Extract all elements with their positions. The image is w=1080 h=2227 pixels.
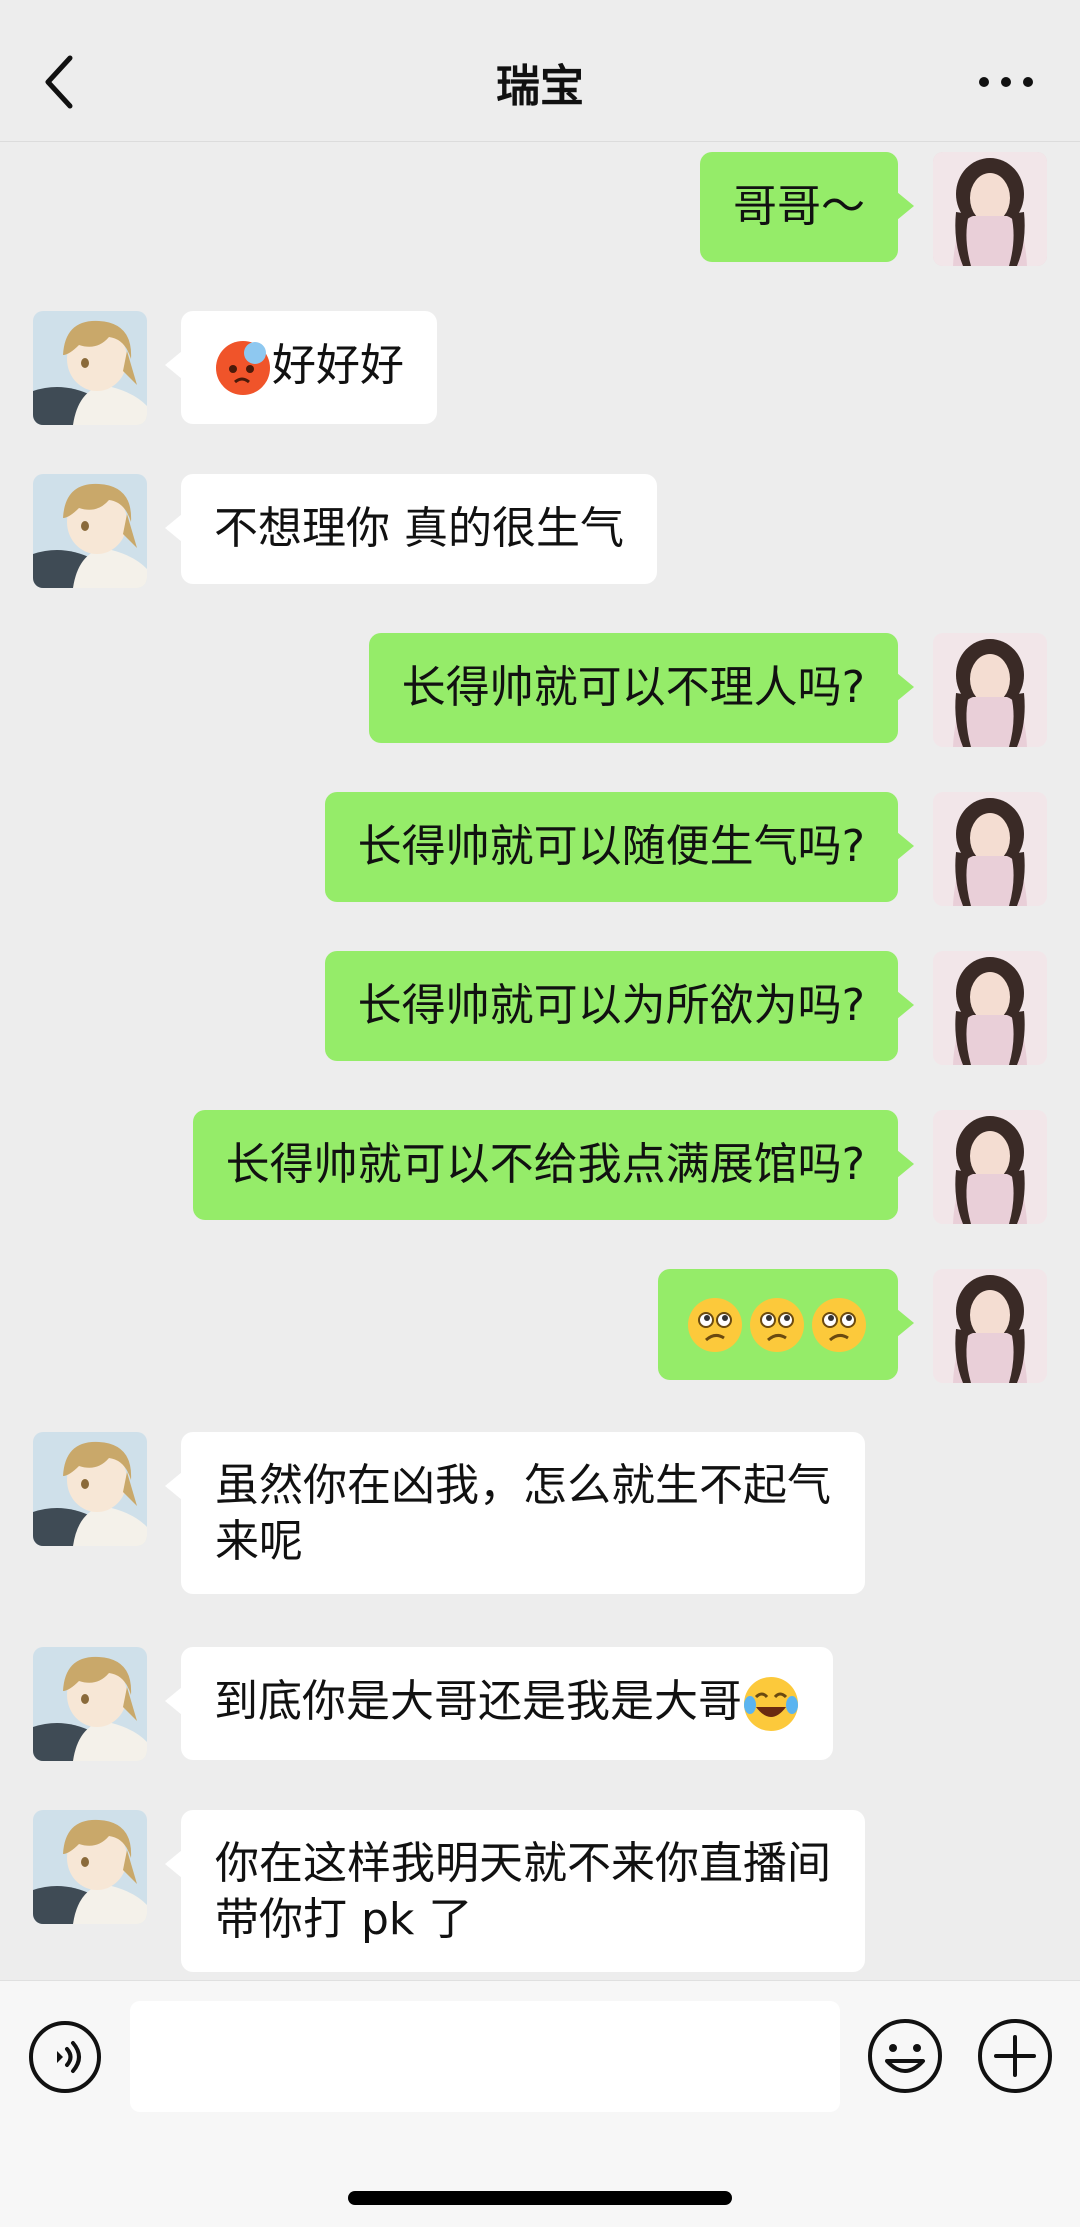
- message-text: 哥哥～: [733, 181, 865, 232]
- message-text: 长得帅就可以不理人吗?: [401, 662, 865, 713]
- message-text: 好好好: [272, 340, 404, 391]
- message-bubble[interactable]: [658, 1269, 914, 1380]
- message-text: 到底你是大哥还是我是大哥: [214, 1676, 742, 1727]
- message-text: 长得帅就可以不给我点满展馆吗?: [225, 1139, 865, 1190]
- message-bubble[interactable]: 到底你是大哥还是我是大哥: [165, 1647, 833, 1760]
- message-text-line: 你在这样我明天就不来你直播间: [215, 1838, 831, 1889]
- chat-header: 瑞宝: [0, 0, 1080, 142]
- message-bubble[interactable]: 哥哥～: [700, 152, 914, 262]
- message-bubble[interactable]: 你在这样我明天就不来你直播间 带你打 pk 了: [165, 1810, 865, 1972]
- message-text: 不想理你 真的很生气: [214, 503, 624, 554]
- composer-bar: [0, 1980, 1080, 2227]
- contact-avatar[interactable]: [33, 1647, 147, 1761]
- contact-avatar[interactable]: [33, 1432, 147, 1546]
- message-text-line: 虽然你在凶我，怎么就生不起气: [215, 1460, 831, 1511]
- my-avatar[interactable]: [933, 1110, 1047, 1224]
- confused-face-emoji: [750, 1298, 804, 1352]
- plus-icon[interactable]: [976, 2017, 1054, 2095]
- voice-input-icon[interactable]: [27, 2019, 103, 2095]
- emoji-icon[interactable]: [866, 2017, 944, 2095]
- message-list[interactable]: 哥哥～ 好好好 不想理你 真的很生气 长得帅就可以不理人吗? 长得帅就可以随便生…: [0, 143, 1080, 1979]
- message-bubble[interactable]: 长得帅就可以为所欲为吗?: [324, 951, 915, 1061]
- my-avatar[interactable]: [933, 951, 1047, 1065]
- contact-avatar[interactable]: [33, 311, 147, 425]
- my-avatar[interactable]: [933, 633, 1047, 747]
- contact-avatar[interactable]: [33, 1810, 147, 1924]
- message-text: 长得帅就可以为所欲为吗?: [357, 980, 865, 1031]
- home-indicator[interactable]: [348, 2191, 732, 2205]
- red-angry-face-emoji: [216, 341, 270, 395]
- message-input[interactable]: [130, 2001, 840, 2112]
- message-bubble[interactable]: 不想理你 真的很生气: [165, 474, 657, 584]
- confused-face-emoji: [812, 1298, 866, 1352]
- message-bubble[interactable]: 长得帅就可以随便生气吗?: [324, 792, 915, 902]
- my-avatar[interactable]: [933, 792, 1047, 906]
- my-avatar[interactable]: [933, 152, 1047, 266]
- message-bubble[interactable]: 好好好: [165, 311, 437, 424]
- chat-title: 瑞宝: [496, 61, 584, 112]
- more-dots-icon[interactable]: [976, 62, 1036, 102]
- message-bubble[interactable]: 虽然你在凶我，怎么就生不起气 来呢: [165, 1432, 865, 1594]
- message-text-line: 带你打 pk 了: [215, 1894, 473, 1945]
- message-text: 长得帅就可以随便生气吗?: [357, 821, 865, 872]
- confused-face-emoji: [688, 1298, 742, 1352]
- message-text-line: 来呢: [215, 1516, 303, 1567]
- message-bubble[interactable]: 长得帅就可以不给我点满展馆吗?: [192, 1110, 915, 1220]
- contact-avatar[interactable]: [33, 474, 147, 588]
- laughing-tears-emoji: [744, 1677, 798, 1731]
- my-avatar[interactable]: [933, 1269, 1047, 1383]
- message-bubble[interactable]: 长得帅就可以不理人吗?: [368, 633, 915, 743]
